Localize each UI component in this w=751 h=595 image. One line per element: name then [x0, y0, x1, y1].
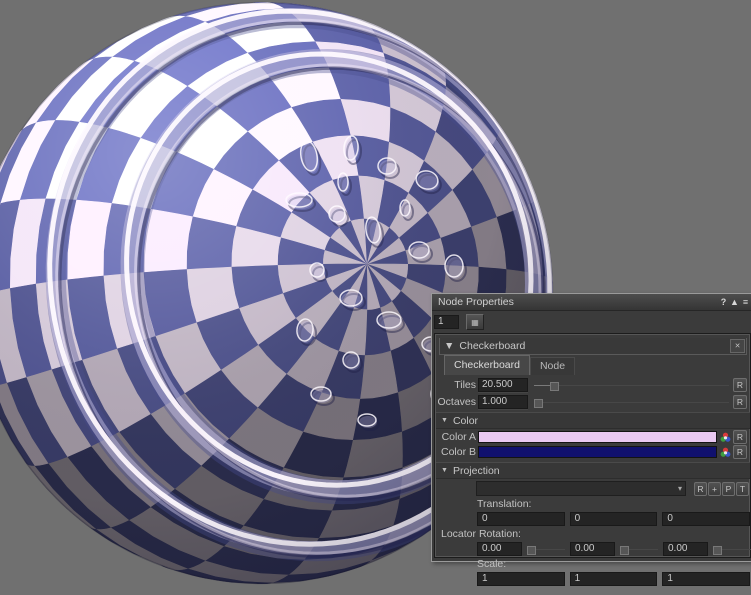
close-node-button[interactable]: ✕	[730, 339, 745, 353]
section-label: Checkerboard	[459, 340, 525, 352]
projection-add-button[interactable]: +	[708, 482, 721, 496]
scale-z-field[interactable]: 1	[662, 572, 750, 586]
tiles-row: Tiles 20.500 R	[436, 378, 750, 392]
tiles-label: Tiles	[436, 379, 476, 391]
index-field[interactable]: 1	[434, 315, 459, 329]
color-b-row: Color B R	[436, 445, 750, 459]
color-a-label: Color A	[436, 431, 476, 443]
rotation-y-field[interactable]: 0.00	[570, 542, 615, 556]
projection-p-button[interactable]: P	[722, 482, 735, 496]
node-properties-panel: Node Properties ? ▲ ≡ 1 ▦ ▼ Checkerboard…	[431, 293, 751, 562]
menu-icon[interactable]: ≡	[741, 297, 750, 307]
tiles-reset-button[interactable]: R	[733, 378, 747, 392]
panel-titlebar[interactable]: Node Properties ? ▲ ≡	[432, 294, 751, 311]
rotation-x-slider[interactable]	[527, 545, 565, 554]
translation-x-field[interactable]: 0	[477, 512, 565, 526]
scale-y-field[interactable]: 1	[570, 572, 658, 586]
panel-title: Node Properties	[438, 296, 719, 308]
panel-content: ▼ Checkerboard ✕ Checkerboard Node Tiles…	[434, 333, 751, 558]
panel-toolrow: 1 ▦	[432, 311, 751, 332]
section-header-color[interactable]: ▼ Color	[436, 412, 750, 429]
color-a-reset-button[interactable]: R	[733, 430, 747, 444]
scale-label: Scale:	[477, 559, 750, 570]
rotation-y-slider[interactable]	[620, 545, 658, 554]
color-b-swatch[interactable]	[478, 446, 717, 458]
help-icon[interactable]: ?	[719, 297, 728, 307]
projection-dropdown[interactable]: ▾	[476, 481, 686, 496]
tab-checkerboard[interactable]: Checkerboard	[444, 355, 530, 375]
translation-z-field[interactable]: 0	[662, 512, 750, 526]
chevron-down-icon: ▾	[678, 484, 682, 493]
octaves-label: Octaves	[436, 396, 476, 408]
color-b-label: Color B	[436, 446, 476, 458]
section-label: Projection	[453, 465, 500, 477]
section-header-projection[interactable]: ▼ Projection	[436, 462, 750, 479]
octaves-slider[interactable]	[534, 398, 729, 407]
translation-y-field[interactable]: 0	[570, 512, 658, 526]
rotation-x-field[interactable]: 0.00	[477, 542, 522, 556]
collapse-triangle-icon[interactable]: ▼	[441, 417, 448, 424]
color-b-reset-button[interactable]: R	[733, 445, 747, 459]
rgb-color-icon[interactable]	[720, 432, 731, 443]
tiles-slider-handle[interactable]	[550, 382, 559, 391]
octaves-row: Octaves 1.000 R	[436, 395, 750, 409]
tab-node[interactable]: Node	[530, 357, 575, 375]
section-header-checkerboard[interactable]: ▼ Checkerboard ✕	[439, 338, 747, 355]
rotation-z-slider[interactable]	[713, 545, 751, 554]
grid-icon: ▦	[471, 318, 479, 327]
close-icon: ✕	[735, 342, 741, 350]
octaves-slider-handle[interactable]	[534, 399, 543, 408]
tab-bar: Checkerboard Node	[444, 357, 750, 375]
color-a-swatch[interactable]	[478, 431, 717, 443]
scale-x-field[interactable]: 1	[477, 572, 565, 586]
scale-fields: 1 1 1	[477, 572, 750, 586]
translation-fields: 0 0 0	[477, 512, 750, 526]
color-a-row: Color A R	[436, 430, 750, 444]
projection-dropdown-row: ▾ R + P T	[476, 481, 750, 496]
octaves-reset-button[interactable]: R	[733, 395, 747, 409]
rotation-label: Locator Rotation:	[441, 529, 750, 540]
pin-icon[interactable]: ▲	[730, 297, 739, 307]
projection-t-button[interactable]: T	[736, 482, 749, 496]
tiles-value-field[interactable]: 20.500	[478, 378, 528, 392]
rotation-fields: 0.00 0.00 0.00	[477, 542, 750, 556]
collapse-triangle-icon[interactable]: ▼	[441, 467, 448, 474]
list-mode-button[interactable]: ▦	[466, 314, 484, 330]
octaves-value-field[interactable]: 1.000	[478, 395, 528, 409]
projection-reset-button[interactable]: R	[694, 482, 707, 496]
tiles-slider[interactable]	[534, 381, 729, 390]
rgb-color-icon[interactable]	[720, 447, 731, 458]
translation-label: Translation:	[477, 499, 750, 510]
collapse-triangle-icon[interactable]: ▼	[444, 340, 454, 352]
section-label: Color	[453, 415, 478, 427]
rotation-z-field[interactable]: 0.00	[663, 542, 708, 556]
